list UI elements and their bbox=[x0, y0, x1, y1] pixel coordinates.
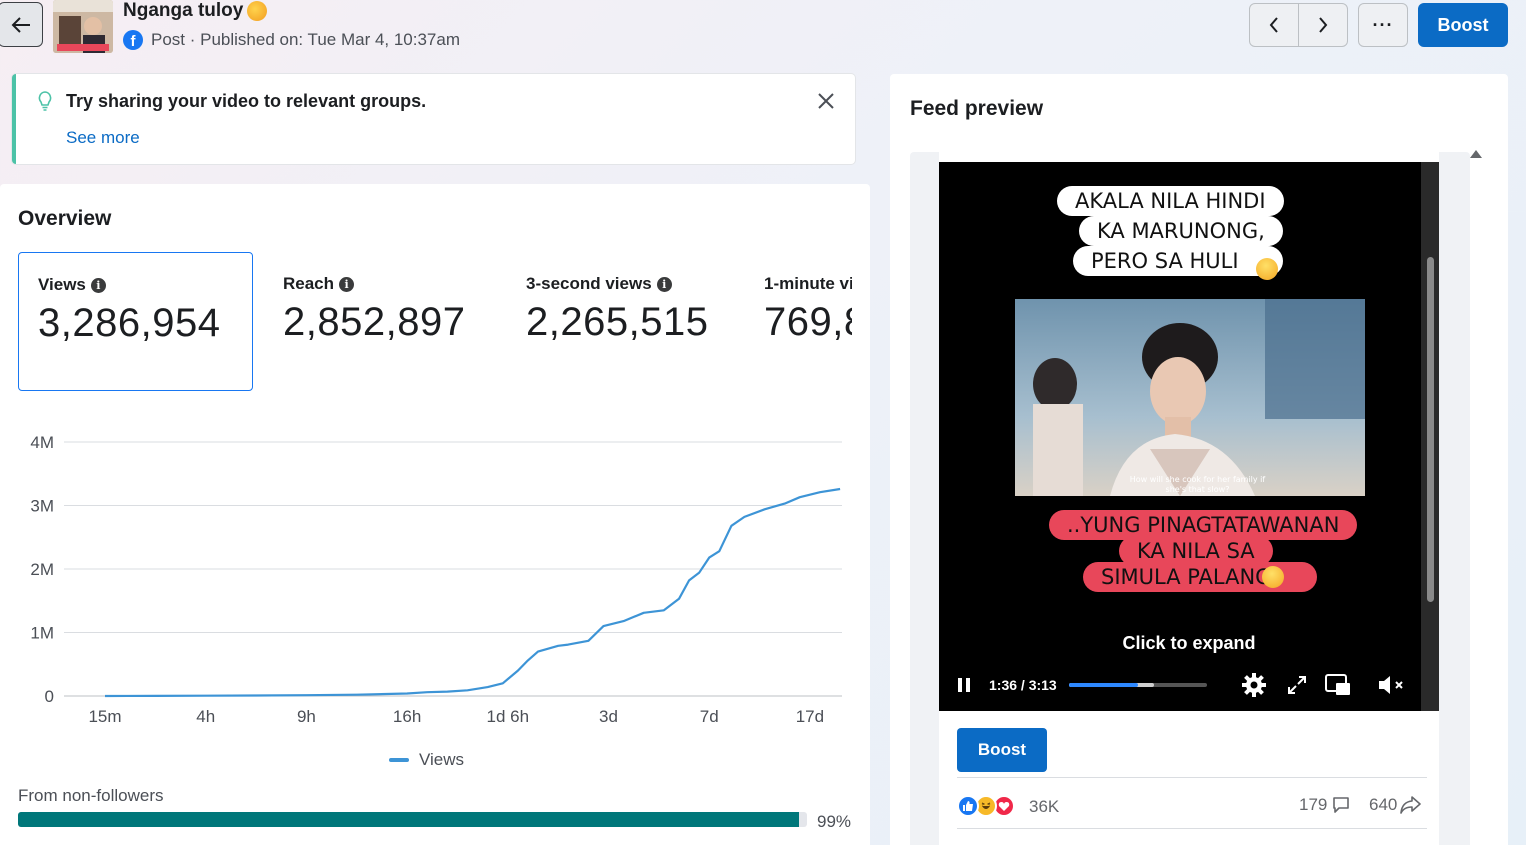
x-tick-label: 7d bbox=[700, 707, 719, 724]
video-played-fill bbox=[1068, 683, 1138, 687]
arrow-left-icon bbox=[11, 16, 30, 33]
chevron-left-icon bbox=[1269, 17, 1278, 33]
video-time: 1:36 / 3:13 bbox=[989, 677, 1057, 693]
info-icon[interactable]: i bbox=[339, 276, 355, 292]
post-title: Nganga tuloy bbox=[123, 0, 268, 22]
grin-emoji-icon bbox=[1262, 566, 1284, 588]
scroll-up-arrow-icon[interactable] bbox=[1470, 150, 1482, 158]
emoji-icon bbox=[247, 1, 268, 21]
video-controls: 1:36 / 3:13 bbox=[957, 672, 1427, 698]
shares-count[interactable]: 640 bbox=[1369, 795, 1422, 815]
post-preview: AKALA NILA HINDI KA MARUNONG, PERO SA HU… bbox=[939, 152, 1439, 845]
x-tick-label: 9h bbox=[297, 707, 316, 724]
non-followers-bar-fill bbox=[18, 812, 800, 827]
non-followers-percent: 99% bbox=[817, 812, 852, 831]
x-tick-label: 4h bbox=[196, 707, 215, 724]
metric-reach[interactable]: Reach i 2,852,897 bbox=[264, 252, 494, 391]
share-icon bbox=[1400, 796, 1422, 814]
info-icon[interactable]: i bbox=[90, 277, 106, 293]
metric-views[interactable]: Views i 3,286,954 bbox=[18, 252, 253, 391]
back-button[interactable] bbox=[0, 2, 43, 47]
fullscreen-icon[interactable] bbox=[1287, 675, 1307, 695]
x-tick-label: 1d 6h bbox=[487, 707, 530, 724]
video-subtitle: How will she cook for her family if she'… bbox=[1129, 475, 1266, 494]
metric-1-minute-views[interactable]: 1-minute views 769,8 bbox=[745, 252, 852, 391]
reactions-divider bbox=[957, 828, 1427, 829]
y-tick-label: 3M bbox=[30, 497, 54, 516]
overview-card: Overview Views i 3,286,954 Reach i 2,852,8… bbox=[0, 184, 870, 845]
x-tick-label: 17d bbox=[796, 707, 824, 724]
pause-icon[interactable] bbox=[957, 677, 971, 693]
chart-legend: Views bbox=[389, 750, 464, 770]
picture-in-picture-icon[interactable] bbox=[1324, 674, 1351, 696]
close-icon[interactable] bbox=[817, 92, 835, 110]
y-tick-label: 1M bbox=[30, 624, 54, 643]
y-tick-label: 0 bbox=[45, 687, 54, 706]
series-line-views bbox=[104, 487, 841, 698]
see-more-link[interactable]: See more bbox=[66, 128, 140, 148]
facebook-icon: f bbox=[123, 30, 143, 50]
overview-title: Overview bbox=[18, 207, 112, 230]
views-chart: 0 1M 2M 3M 4M 15m 4h 9h 16h 1d 6h 3d 7d 17d bbox=[0, 424, 870, 726]
non-followers-label: From non-followers bbox=[18, 786, 164, 805]
reaction-icons[interactable] bbox=[957, 795, 1015, 817]
tip-text: Try sharing your video to relevant group… bbox=[66, 91, 427, 111]
non-followers-bar bbox=[18, 812, 807, 827]
tip-card: Try sharing your video to relevant group… bbox=[12, 74, 855, 164]
boost-post-button[interactable]: Boost bbox=[957, 728, 1047, 772]
reactions-row: 36K 179 640 bbox=[957, 777, 1427, 829]
more-options-button[interactable]: ··· bbox=[1358, 3, 1408, 47]
next-post-button[interactable] bbox=[1298, 3, 1348, 47]
y-tick-label: 4M bbox=[30, 433, 54, 452]
click-to-expand-text[interactable]: Click to expand bbox=[939, 633, 1439, 654]
video-caption-line: PERO SA HULI bbox=[1073, 246, 1283, 276]
video-caption-line: KA MARUNONG, bbox=[1079, 216, 1283, 246]
feed-preview-title: Feed preview bbox=[910, 97, 1044, 120]
mute-icon[interactable] bbox=[1377, 674, 1405, 696]
scrollbar-thumb[interactable] bbox=[1427, 257, 1434, 602]
comment-icon bbox=[1333, 797, 1350, 813]
metric-3-second-views[interactable]: 3-second views i 2,265,515 bbox=[507, 252, 737, 391]
post-meta: f Post · Published on: Tue Mar 4, 10:37a… bbox=[123, 30, 460, 50]
x-tick-label: 16h bbox=[393, 707, 421, 724]
video-player[interactable]: AKALA NILA HINDI KA MARUNONG, PERO SA HU… bbox=[939, 162, 1439, 711]
video-progress-bar[interactable] bbox=[1068, 683, 1207, 687]
previous-post-button[interactable] bbox=[1249, 3, 1299, 47]
lightbulb-icon bbox=[38, 91, 52, 111]
gear-icon[interactable] bbox=[1241, 672, 1267, 698]
feed-frame: AKALA NILA HINDI KA MARUNONG, PERO SA HU… bbox=[910, 152, 1470, 845]
chevron-right-icon bbox=[1319, 17, 1328, 33]
shocked-emoji-icon bbox=[1256, 258, 1278, 280]
video-caption-line: AKALA NILA HINDI bbox=[1057, 186, 1284, 216]
video-frame-image: How will she cook for her family if she'… bbox=[1015, 299, 1365, 496]
post-thumbnail bbox=[53, 0, 113, 53]
y-tick-label: 2M bbox=[30, 560, 54, 579]
legend-swatch bbox=[389, 758, 409, 762]
x-tick-label: 15m bbox=[88, 707, 121, 724]
x-tick-label: 3d bbox=[599, 707, 618, 724]
comments-count[interactable]: 179 bbox=[1299, 795, 1351, 815]
boost-button[interactable]: Boost bbox=[1418, 3, 1508, 47]
feed-preview-card: Feed preview AKALA NILA HINDI KA MARUNON… bbox=[890, 74, 1508, 845]
like-icon bbox=[957, 795, 979, 817]
line-chart-svg: 0 1M 2M 3M 4M 15m 4h 9h 16h 1d 6h 3d 7d 17d bbox=[30, 433, 842, 726]
metrics-row: Views i 3,286,954 Reach i 2,852,897 3-seco… bbox=[18, 252, 852, 392]
info-icon[interactable]: i bbox=[656, 276, 672, 292]
reactions-count[interactable]: 36K bbox=[1029, 797, 1059, 817]
video-scrollbar[interactable] bbox=[1421, 162, 1439, 711]
